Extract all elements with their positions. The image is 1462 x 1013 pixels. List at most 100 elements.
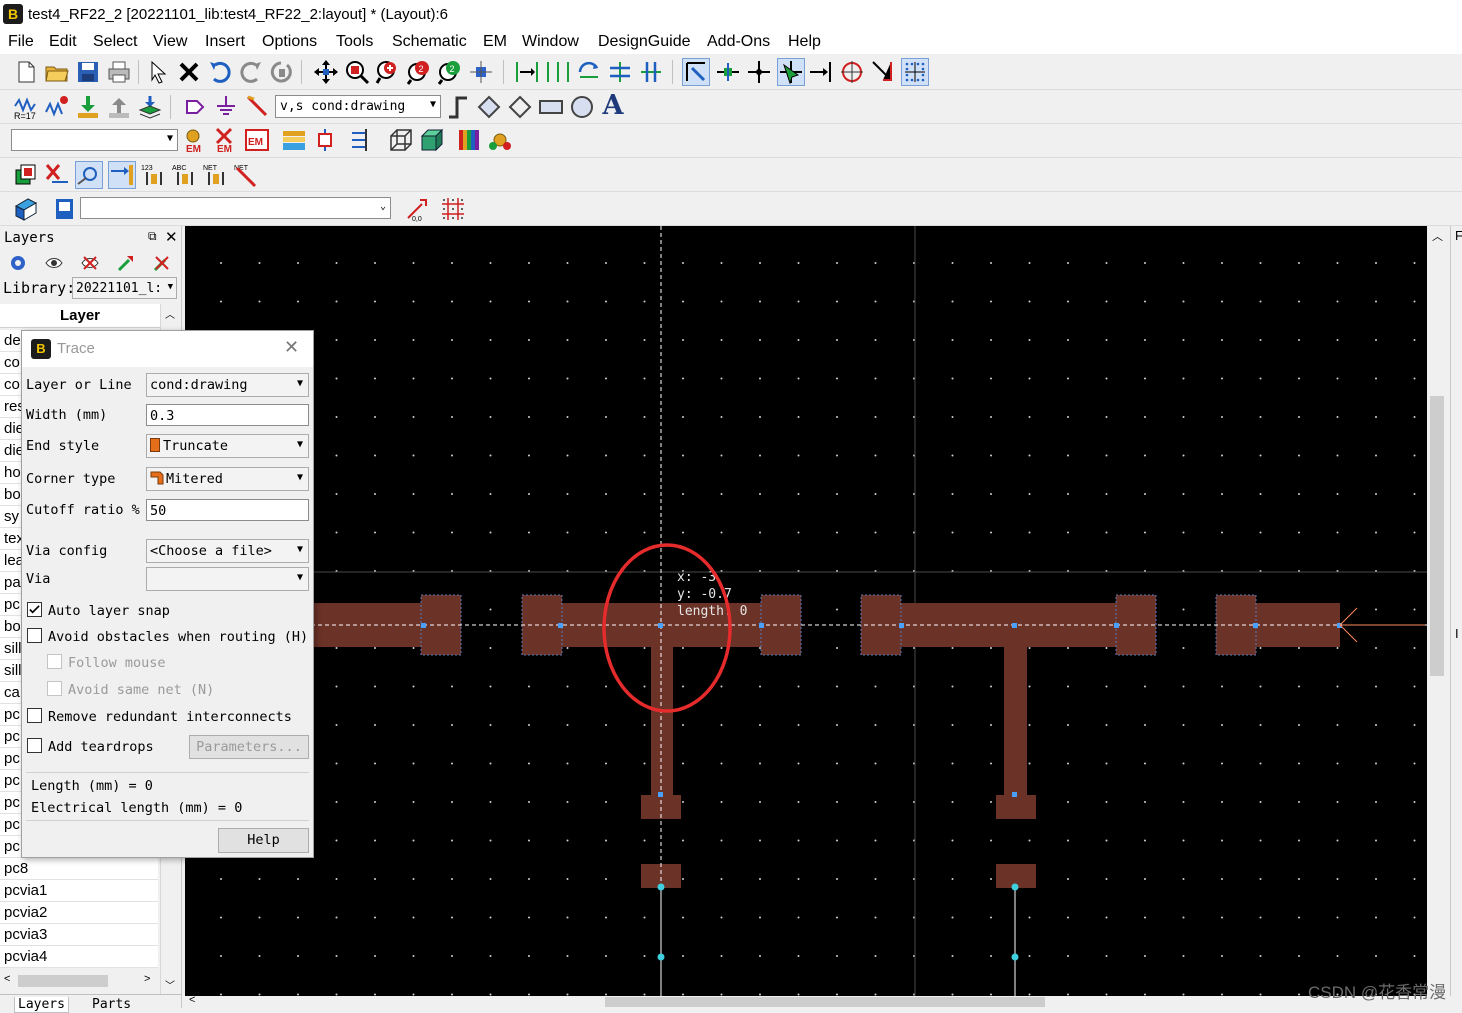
layer-row-pcvia2[interactable]: pcvia2 [0,902,158,924]
add-teardrops-label[interactable]: Add teardrops [48,739,154,755]
snap-center-icon[interactable] [839,59,865,85]
set-origin-icon[interactable]: 0,0 [404,196,430,223]
simulation-setup-combo[interactable]: ▼ [11,129,178,151]
redo-icon[interactable] [238,59,264,85]
right-panel-tab-top[interactable]: F [1455,228,1462,243]
component-library-icon[interactable] [52,196,78,222]
3d-view-icon[interactable] [419,127,445,153]
layer-color-icon[interactable] [456,127,482,153]
layer-list-hscroll[interactable]: < > [0,972,160,990]
layer-row-pc8[interactable]: pc8 [0,858,158,880]
insert-port-icon[interactable] [182,94,208,120]
hscroll-thumb[interactable] [18,975,108,987]
auto-layer-snap-label[interactable]: Auto layer snap [48,603,170,619]
move-icon[interactable] [313,59,339,85]
menu-help[interactable]: Help [788,33,821,51]
mirror-y-icon[interactable] [638,59,664,85]
corner-type-select[interactable]: Mitered ▼ [146,467,309,491]
close-icon[interactable]: ✕ [284,337,299,358]
insert-ground-icon[interactable] [213,94,239,120]
layer-column-header[interactable]: Layer [0,304,160,328]
zoom-area-icon[interactable] [344,59,370,85]
layer-visibility-icon[interactable] [44,253,64,273]
component-options-icon[interactable] [44,94,70,120]
trace-stub[interactable] [651,625,673,805]
via-config-select[interactable]: <Choose a file> ▼ [146,539,309,563]
em-stop-icon[interactable]: EM [213,127,239,155]
snap-mode-icon[interactable] [777,58,805,86]
menu-designguide[interactable]: DesignGuide [598,33,691,51]
menu-file[interactable]: File [8,33,34,51]
pin-name-icon[interactable]: ABC [172,162,198,188]
library-select[interactable]: 20221101_l: ▼ [72,277,177,299]
snap-midpoint-icon[interactable] [870,59,896,85]
select-arrow-icon[interactable] [145,59,171,85]
via-select[interactable]: ▼ [146,567,309,591]
remove-redundant-label[interactable]: Remove redundant interconnects [48,709,292,725]
scroll-left-icon[interactable]: < [189,994,195,1006]
push-into-hierarchy-icon[interactable] [75,94,101,120]
hscroll-thumb[interactable] [605,997,1045,1007]
snap-to-edge-icon[interactable] [808,59,834,85]
repeat-icon[interactable] [269,59,295,85]
layer-select-combo[interactable]: v,s cond:drawing ▼ [275,95,441,118]
remove-redundant-checkbox[interactable] [27,708,42,723]
canvas-hscroll[interactable]: < [185,994,1427,1008]
trace-tool-icon[interactable] [682,58,710,86]
layers-stack-icon[interactable] [137,94,163,120]
layer-or-line-select[interactable]: cond:drawing ▼ [146,373,309,397]
avoid-same-net-label[interactable]: Avoid same net (N) [68,682,214,698]
avoid-same-net-checkbox[interactable] [47,681,62,696]
layer-select-icon[interactable] [116,253,136,273]
menu-em[interactable]: EM [483,33,507,51]
substrate-icon[interactable] [281,127,307,153]
menu-options[interactable]: Options [262,33,317,51]
snap-pan-icon[interactable] [468,59,494,85]
show-connectivity-icon[interactable] [75,161,103,189]
em-setup-icon[interactable]: EM [182,127,208,155]
open-folder-icon[interactable] [44,59,70,85]
menu-window[interactable]: Window [522,33,579,51]
insert-polygon-icon[interactable] [476,94,502,120]
cutoff-ratio-input[interactable]: 50 [146,499,309,521]
help-button[interactable]: Help [218,828,309,853]
follow-mouse-label[interactable]: Follow mouse [68,655,166,671]
insert-trace-icon[interactable] [244,94,270,120]
mirror-x-icon[interactable] [607,59,633,85]
layout-canvas[interactable]: x: -3 y: -0.7 length: 0 [185,226,1427,996]
align-center-icon[interactable] [545,59,571,85]
scroll-up-icon[interactable]: ︿ [1432,228,1443,244]
canvas-vscroll[interactable]: ︿ [1427,226,1447,996]
end-style-select[interactable]: Truncate ▼ [146,434,309,458]
pop-out-hierarchy-icon[interactable] [106,94,132,120]
grid-spacing-icon[interactable] [440,196,466,222]
menu-schematic[interactable]: Schematic [392,33,467,51]
close-panel-icon[interactable]: ✕ [165,228,178,246]
trace-dialog-titlebar[interactable]: B Trace ✕ [22,331,313,367]
menu-edit[interactable]: Edit [49,33,77,51]
zoom-in-2x-icon[interactable]: 2 [406,59,432,85]
insert-pin-icon[interactable] [715,59,741,85]
vscroll-thumb[interactable] [1430,396,1444,676]
net-name-icon[interactable]: NET [203,162,229,188]
copy-layers-icon[interactable] [13,162,39,188]
layer-row-pcvia3[interactable]: pcvia3 [0,924,158,946]
layer-row-pcvia1[interactable]: pcvia1 [0,880,158,902]
zoom-in-icon[interactable] [375,59,401,85]
layer-unselect-icon[interactable] [152,253,172,273]
tab-parts[interactable]: Parts [92,997,131,1012]
print-icon[interactable] [106,59,132,85]
menu-view[interactable]: View [153,33,187,51]
edit-component-params-icon[interactable]: R=17 [13,94,39,121]
remove-net-name-icon[interactable]: NET [234,162,260,188]
snap-grid-icon[interactable] [901,58,929,86]
auto-layer-snap-checkbox[interactable] [27,602,42,617]
avoid-obstacles-checkbox[interactable] [27,628,42,643]
insert-text-icon[interactable]: A [600,92,626,120]
add-teardrops-checkbox[interactable] [27,738,42,753]
insert-via-icon[interactable] [746,59,772,85]
tab-layers[interactable]: Layers [14,997,69,1013]
insert-circle-icon[interactable] [569,94,595,120]
pin-number-icon[interactable]: 123 [141,162,167,188]
library-browser-icon[interactable] [13,196,39,222]
